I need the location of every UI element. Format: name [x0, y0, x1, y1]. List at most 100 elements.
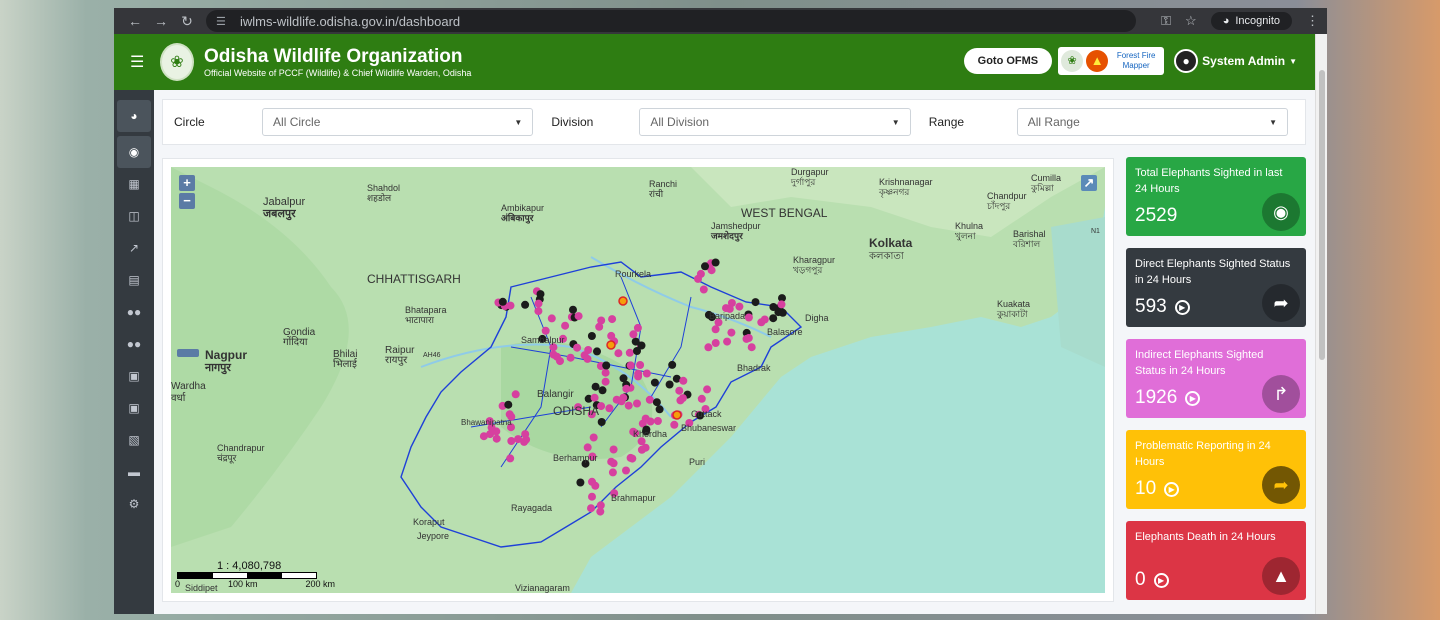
problem-marker[interactable] [606, 340, 616, 350]
sidebar-file[interactable]: ▤ [117, 264, 151, 296]
sidebar-sitemap[interactable]: ▦ [117, 168, 151, 200]
sighting-marker[interactable] [598, 386, 607, 395]
division-select[interactable]: All Division ▼ [639, 108, 911, 136]
sighting-marker[interactable] [655, 405, 664, 414]
card-direct-sighted[interactable]: Direct Elephants Sighted Status in 24 Ho… [1126, 248, 1306, 327]
circle-select[interactable]: All Circle ▼ [262, 108, 534, 136]
sighting-marker[interactable] [670, 420, 679, 429]
problem-marker[interactable] [672, 410, 682, 420]
sighting-marker[interactable] [653, 417, 662, 425]
sighting-marker[interactable] [593, 347, 601, 356]
card-indirect-sighted[interactable]: Indirect Elephants Sighted Status in 24 … [1126, 339, 1306, 418]
sighting-marker[interactable] [556, 357, 564, 366]
card-death[interactable]: Elephants Death in 24 Hours 0 ▶ ▲ [1126, 521, 1306, 600]
sighting-marker[interactable] [701, 262, 709, 271]
layer-switcher[interactable] [177, 349, 199, 357]
forest-fire-mapper-link[interactable]: ❀ ▲ Forest Fire Mapper [1058, 47, 1165, 75]
sighting-marker[interactable] [636, 361, 645, 369]
sighting-marker[interactable] [727, 299, 736, 307]
goto-ofms-button[interactable]: Goto OFMS [963, 48, 1053, 74]
scrollbar-thumb[interactable] [1319, 70, 1325, 360]
sighting-marker[interactable] [566, 353, 575, 362]
sighting-marker[interactable] [625, 348, 634, 357]
sidebar-elephant[interactable]: ◉ [117, 136, 151, 168]
sighting-marker[interactable] [504, 400, 513, 409]
sighting-marker[interactable] [622, 466, 630, 475]
sighting-marker[interactable] [650, 378, 659, 387]
sighting-marker[interactable] [587, 504, 595, 513]
sidebar-users-group[interactable]: ●● [117, 328, 151, 360]
sighting-marker[interactable] [711, 325, 720, 334]
sighting-marker[interactable] [573, 343, 582, 352]
sighting-marker[interactable] [777, 300, 786, 309]
key-icon[interactable]: ⚿ [1161, 13, 1171, 29]
sighting-marker[interactable] [642, 369, 651, 378]
sighting-marker[interactable] [587, 332, 596, 340]
sighting-marker[interactable] [520, 437, 529, 446]
sighting-marker[interactable] [607, 457, 616, 466]
sighting-marker[interactable] [668, 360, 677, 369]
sighting-marker[interactable] [631, 337, 640, 346]
card-problematic[interactable]: Problematic Reporting in 24 Hours 10 ▶ ➦ [1126, 430, 1306, 509]
star-icon[interactable]: ☆ [1185, 13, 1197, 29]
sighting-marker[interactable] [614, 349, 623, 358]
sighting-marker[interactable] [561, 321, 570, 330]
sighting-marker[interactable] [597, 418, 606, 426]
sighting-marker[interactable] [534, 299, 543, 308]
sighting-marker[interactable] [675, 386, 684, 395]
sighting-marker[interactable] [506, 301, 515, 310]
sighting-marker[interactable] [479, 432, 488, 441]
sidebar-settings[interactable]: ⚙ [117, 488, 151, 520]
arrow-circle-icon[interactable]: ▶ [1153, 572, 1169, 588]
sighting-marker[interactable] [605, 404, 614, 413]
sighting-marker[interactable] [778, 308, 787, 317]
sighting-marker[interactable] [652, 398, 661, 407]
zoom-in-button[interactable]: + [179, 175, 195, 191]
sighting-marker[interactable] [498, 297, 507, 306]
sighting-marker[interactable] [757, 318, 766, 327]
sighting-marker[interactable] [591, 481, 600, 490]
reload-icon[interactable]: ↻ [174, 13, 200, 30]
sighting-marker[interactable] [678, 394, 687, 403]
arrow-circle-icon[interactable]: ▶ [1185, 390, 1201, 406]
sighting-marker[interactable] [601, 368, 610, 377]
sighting-marker[interactable] [711, 258, 720, 267]
sighting-marker[interactable] [711, 339, 720, 347]
range-select[interactable]: All Range ▼ [1016, 108, 1289, 136]
zoom-out-button[interactable]: − [179, 193, 195, 209]
sighting-marker[interactable] [628, 454, 637, 463]
sighting-marker[interactable] [697, 394, 706, 403]
sighting-marker[interactable] [735, 302, 744, 311]
fullscreen-button[interactable]: ↗ [1081, 175, 1097, 191]
sighting-marker[interactable] [694, 274, 702, 283]
sighting-marker[interactable] [742, 334, 751, 343]
sighting-marker[interactable] [588, 492, 596, 501]
sighting-marker[interactable] [744, 313, 753, 322]
sighting-marker[interactable] [751, 298, 760, 307]
sighting-marker[interactable] [601, 377, 610, 386]
sighting-marker[interactable] [591, 382, 600, 391]
sighting-marker[interactable] [641, 414, 650, 423]
incognito-badge[interactable]: ◕ Incognito [1210, 12, 1292, 30]
back-icon[interactable]: ← [122, 13, 148, 29]
sidebar-briefcase-alt[interactable]: ▣ [117, 392, 151, 424]
sighting-marker[interactable] [622, 384, 631, 393]
sighting-marker[interactable] [727, 328, 736, 337]
sighting-marker[interactable] [633, 347, 641, 355]
sighting-marker[interactable] [633, 323, 642, 332]
sighting-marker[interactable] [536, 290, 545, 299]
sighting-marker[interactable] [583, 443, 592, 452]
sighting-marker[interactable] [645, 395, 654, 404]
sighting-marker[interactable] [679, 376, 688, 385]
sighting-marker[interactable] [602, 361, 611, 370]
sighting-marker[interactable] [608, 468, 617, 477]
sighting-marker[interactable] [492, 434, 501, 443]
sighting-marker[interactable] [704, 343, 713, 352]
sighting-marker[interactable] [583, 354, 592, 363]
sighting-marker[interactable] [633, 399, 641, 408]
sighting-marker[interactable] [769, 314, 778, 323]
menu-dots-icon[interactable]: ⋮ [1306, 13, 1319, 29]
sighting-marker[interactable] [521, 300, 530, 309]
sighting-marker[interactable] [511, 390, 520, 399]
sighting-marker[interactable] [641, 443, 650, 452]
